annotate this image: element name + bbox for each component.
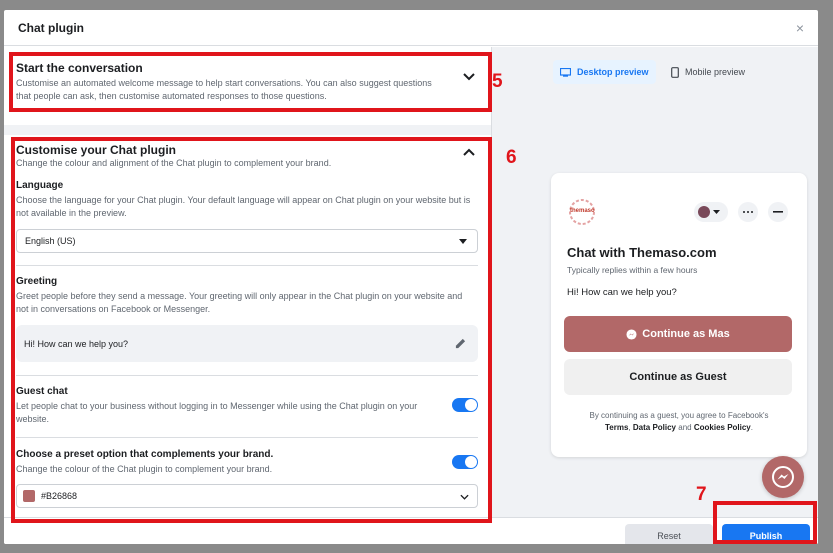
chat-plugin-dialog: Chat plugin × Start the conversation Cus…	[4, 10, 818, 544]
caret-down-icon	[713, 210, 720, 214]
chat-title: Chat with Themaso.com	[567, 245, 717, 260]
start-conversation-panel[interactable]: Start the conversation Customise an auto…	[4, 47, 491, 125]
dialog-footer: Reset Publish	[4, 517, 818, 544]
divider	[16, 375, 478, 376]
greeting-label: Greeting	[16, 276, 58, 287]
messenger-launcher-icon[interactable]	[762, 456, 804, 498]
cookies-policy-link[interactable]: Cookies Policy	[694, 423, 751, 432]
preview-column: Desktop preview Mobile preview themaso C…	[491, 47, 818, 517]
minimize-icon[interactable]	[768, 202, 788, 222]
settings-column: Start the conversation Customise an auto…	[4, 47, 491, 517]
chevron-up-icon[interactable]	[463, 148, 475, 156]
start-conversation-desc: Customise an automated welcome message t…	[16, 78, 432, 101]
color-value: #B26868	[41, 491, 78, 501]
start-conversation-title: Start the conversation	[16, 61, 143, 75]
tab-desktop-label: Desktop preview	[577, 67, 649, 77]
color-select[interactable]: #B26868	[16, 484, 478, 508]
desktop-icon	[560, 67, 571, 77]
pencil-icon[interactable]	[455, 338, 466, 349]
continue-as-label: Continue as Mas	[642, 328, 730, 340]
divider	[16, 265, 478, 266]
greeting-desc: Greet people before they send a message.…	[16, 291, 463, 314]
logo-text: themaso	[570, 208, 595, 214]
disclaimer-text: By continuing as a guest, you agree to F…	[589, 411, 769, 420]
more-options-icon[interactable]	[738, 202, 758, 222]
language-desc: Choose the language for your Chat plugin…	[16, 195, 471, 218]
caret-down-icon	[459, 239, 467, 244]
guest-disclaimer: By continuing as a guest, you agree to F…	[589, 411, 769, 432]
customise-desc: Change the colour and alignment of the C…	[16, 158, 332, 168]
messenger-icon	[626, 328, 637, 340]
chat-greeting: Hi! How can we help you?	[567, 287, 677, 298]
business-logo: themaso	[567, 197, 597, 227]
chevron-down-icon	[460, 494, 469, 500]
close-icon[interactable]: ×	[796, 20, 804, 36]
preset-desc: Change the colour of the Chat plugin to …	[16, 464, 273, 474]
guest-chat-desc: Let people chat to your business without…	[16, 401, 418, 424]
annotation-number-6: 6	[506, 147, 517, 168]
greeting-value: Hi! How can we help you?	[24, 338, 129, 349]
language-value: English (US)	[25, 236, 76, 246]
publish-button[interactable]: Publish	[722, 524, 810, 544]
divider	[16, 437, 478, 438]
reply-time: Typically replies within a few hours	[567, 265, 698, 275]
preset-toggle[interactable]	[452, 455, 478, 469]
continue-as-button[interactable]: Continue as Mas	[564, 316, 792, 352]
continue-guest-button[interactable]: Continue as Guest	[564, 359, 792, 395]
color-swatch	[23, 490, 35, 502]
terms-link[interactable]: Terms	[605, 423, 628, 432]
annotation-number-5: 5	[492, 71, 503, 92]
language-label: Language	[16, 180, 64, 191]
dialog-title: Chat plugin	[18, 20, 84, 35]
annotation-number-7: 7	[696, 484, 707, 505]
mobile-icon	[671, 66, 679, 78]
continue-guest-label: Continue as Guest	[629, 371, 727, 383]
tab-mobile-label: Mobile preview	[685, 67, 746, 77]
reset-button[interactable]: Reset	[625, 524, 713, 544]
tab-desktop-preview[interactable]: Desktop preview	[553, 60, 656, 84]
chat-preview-card: themaso Chat with Themaso.com Typically …	[551, 173, 807, 457]
chevron-down-icon[interactable]	[463, 73, 475, 81]
customise-panel: Customise your Chat plugin Change the co…	[4, 135, 491, 517]
dialog-titlebar: Chat plugin ×	[4, 10, 818, 46]
language-select[interactable]: English (US)	[16, 229, 478, 253]
account-switcher[interactable]	[694, 202, 728, 222]
greeting-input[interactable]: Hi! How can we help you?	[16, 325, 478, 362]
customise-title: Customise your Chat plugin	[16, 143, 177, 157]
guest-chat-label: Guest chat	[16, 386, 68, 397]
guest-chat-toggle[interactable]	[452, 398, 478, 412]
avatar	[698, 206, 710, 218]
tab-mobile-preview[interactable]: Mobile preview	[664, 60, 752, 84]
and-text: and	[678, 423, 692, 432]
data-policy-link[interactable]: Data Policy	[633, 423, 676, 432]
preset-label: Choose a preset option that complements …	[16, 449, 274, 460]
